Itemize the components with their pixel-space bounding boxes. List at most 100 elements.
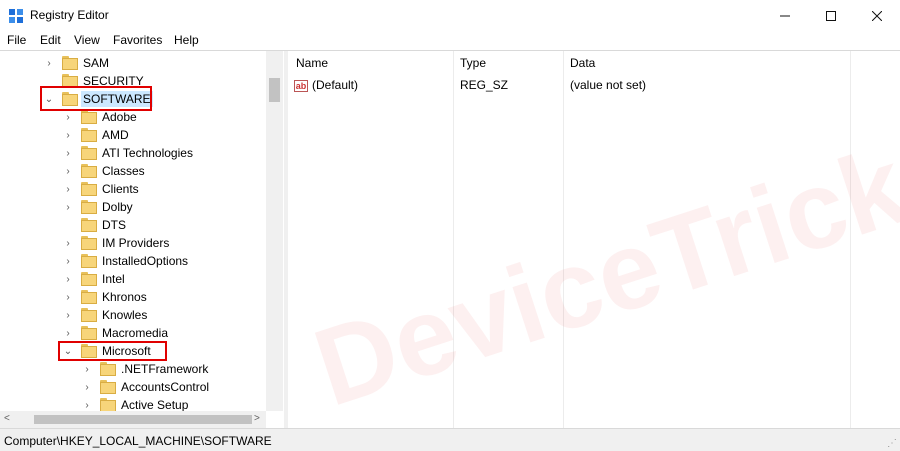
folder-icon	[100, 380, 116, 394]
tree-node[interactable]: › Intel	[63, 270, 127, 288]
tree-node[interactable]: › Khronos	[63, 288, 149, 306]
tree-node-label: Macromedia	[102, 326, 169, 340]
title-bar: Registry Editor	[0, 0, 900, 31]
value-data: (value not set)	[570, 78, 647, 92]
tree-horizontal-scroll-thumb[interactable]	[34, 415, 252, 424]
folder-icon	[81, 110, 97, 124]
chevron-right-icon[interactable]: ›	[63, 252, 73, 270]
scroll-right-icon[interactable]: >	[254, 413, 260, 424]
folder-icon	[81, 254, 97, 268]
tree-node[interactable]: › Macromedia	[63, 324, 170, 342]
tree-node-label: IM Providers	[102, 236, 170, 250]
chevron-right-icon[interactable]: ›	[63, 144, 73, 162]
tree-node-label: Knowles	[102, 308, 148, 322]
column-divider	[850, 51, 851, 428]
tree-connector	[63, 216, 73, 234]
maximize-button[interactable]	[808, 0, 854, 31]
chevron-right-icon[interactable]: ›	[63, 198, 73, 216]
tree-node-label: InstalledOptions	[102, 254, 189, 268]
folder-icon	[81, 128, 97, 142]
folder-icon	[81, 164, 97, 178]
tree-node-label: Intel	[102, 272, 125, 286]
registry-editor-icon	[9, 9, 23, 23]
folder-icon	[81, 218, 97, 232]
current-key-path: Computer\HKEY_LOCAL_MACHINE\SOFTWARE	[4, 434, 272, 448]
chevron-right-icon[interactable]: ›	[63, 288, 73, 306]
tree-node-label: AMD	[102, 128, 129, 142]
folder-icon	[81, 272, 97, 286]
values-list-pane[interactable]: Name Type Data ab (Default) REG_SZ (valu…	[288, 51, 900, 428]
tree-node-label: AccountsControl	[121, 380, 210, 394]
tree-node-label: Dolby	[102, 200, 133, 214]
chevron-right-icon[interactable]: ›	[82, 360, 92, 378]
tree-vertical-scrollbar[interactable]	[266, 51, 283, 411]
tree-node-label: Clients	[102, 182, 139, 196]
tree-node[interactable]: › .NETFramework	[82, 360, 210, 378]
chevron-right-icon[interactable]: ›	[44, 54, 54, 72]
tree-node[interactable]: › IM Providers	[63, 234, 171, 252]
folder-icon	[81, 308, 97, 322]
menu-view[interactable]: View	[74, 33, 100, 47]
folder-icon	[81, 236, 97, 250]
close-button[interactable]	[854, 0, 900, 31]
menu-edit[interactable]: Edit	[40, 33, 61, 47]
menu-help[interactable]: Help	[174, 33, 199, 47]
column-header-data[interactable]: Data	[570, 51, 595, 75]
column-divider	[563, 51, 564, 428]
key-tree-pane[interactable]: › SAM SECURITY ⌄ SOFTWARE › Adobe › AMD › ATI Tech…	[0, 51, 284, 428]
folder-icon	[100, 398, 116, 412]
tree-node[interactable]: › SAM	[44, 54, 111, 72]
tree-node-label: Classes	[102, 164, 145, 178]
column-header-name[interactable]: Name	[296, 51, 328, 75]
chevron-right-icon[interactable]: ›	[63, 270, 73, 288]
tree-node-label: .NETFramework	[121, 362, 209, 376]
folder-icon	[62, 56, 78, 70]
highlight-box-software	[40, 86, 152, 111]
menu-bar: File Edit View Favorites Help	[0, 31, 900, 50]
tree-node[interactable]: › AccountsControl	[82, 378, 211, 396]
value-name[interactable]: (Default)	[312, 78, 358, 92]
folder-icon	[81, 146, 97, 160]
chevron-right-icon[interactable]: ›	[63, 324, 73, 342]
window-title: Registry Editor	[30, 8, 109, 22]
main-content: › SAM SECURITY ⌄ SOFTWARE › Adobe › AMD › ATI Tech…	[0, 50, 900, 430]
folder-icon	[81, 326, 97, 340]
tree-node[interactable]: › Dolby	[63, 198, 135, 216]
folder-icon	[81, 290, 97, 304]
tree-vertical-scroll-thumb[interactable]	[269, 78, 280, 102]
folder-icon	[81, 182, 97, 196]
chevron-right-icon[interactable]: ›	[63, 162, 73, 180]
minimize-icon	[780, 15, 790, 16]
chevron-right-icon[interactable]: ›	[63, 180, 73, 198]
tree-node-label: SAM	[83, 56, 110, 70]
tree-node[interactable]: › Classes	[63, 162, 147, 180]
maximize-icon	[826, 10, 836, 21]
column-header-type[interactable]: Type	[460, 51, 486, 75]
menu-favorites[interactable]: Favorites	[113, 33, 162, 47]
chevron-right-icon[interactable]: ›	[82, 378, 92, 396]
chevron-right-icon[interactable]: ›	[63, 126, 73, 144]
folder-icon	[100, 362, 116, 376]
tree-node-label: Khronos	[102, 290, 147, 304]
tree-node[interactable]: › InstalledOptions	[63, 252, 190, 270]
column-divider	[453, 51, 454, 428]
tree-horizontal-scrollbar[interactable]: < >	[0, 411, 266, 428]
scroll-left-icon[interactable]: <	[4, 413, 10, 424]
resize-grip-icon[interactable]: ⋰	[887, 438, 897, 449]
value-type: REG_SZ	[460, 78, 509, 92]
string-value-icon: ab	[294, 80, 308, 92]
tree-node[interactable]: › Clients	[63, 180, 141, 198]
highlight-box-microsoft	[58, 341, 167, 361]
chevron-right-icon[interactable]: ›	[63, 306, 73, 324]
tree-node-label: ATI Technologies	[102, 146, 193, 160]
menu-file[interactable]: File	[7, 33, 26, 47]
status-bar: Computer\HKEY_LOCAL_MACHINE\SOFTWARE ⋰	[0, 428, 900, 451]
tree-node[interactable]: › ATI Technologies	[63, 144, 195, 162]
close-icon	[872, 10, 882, 21]
tree-node[interactable]: › Knowles	[63, 306, 149, 324]
minimize-button[interactable]	[762, 0, 808, 31]
folder-icon	[81, 200, 97, 214]
tree-node[interactable]: DTS	[63, 216, 128, 234]
chevron-right-icon[interactable]: ›	[63, 234, 73, 252]
tree-node[interactable]: › AMD	[63, 126, 131, 144]
